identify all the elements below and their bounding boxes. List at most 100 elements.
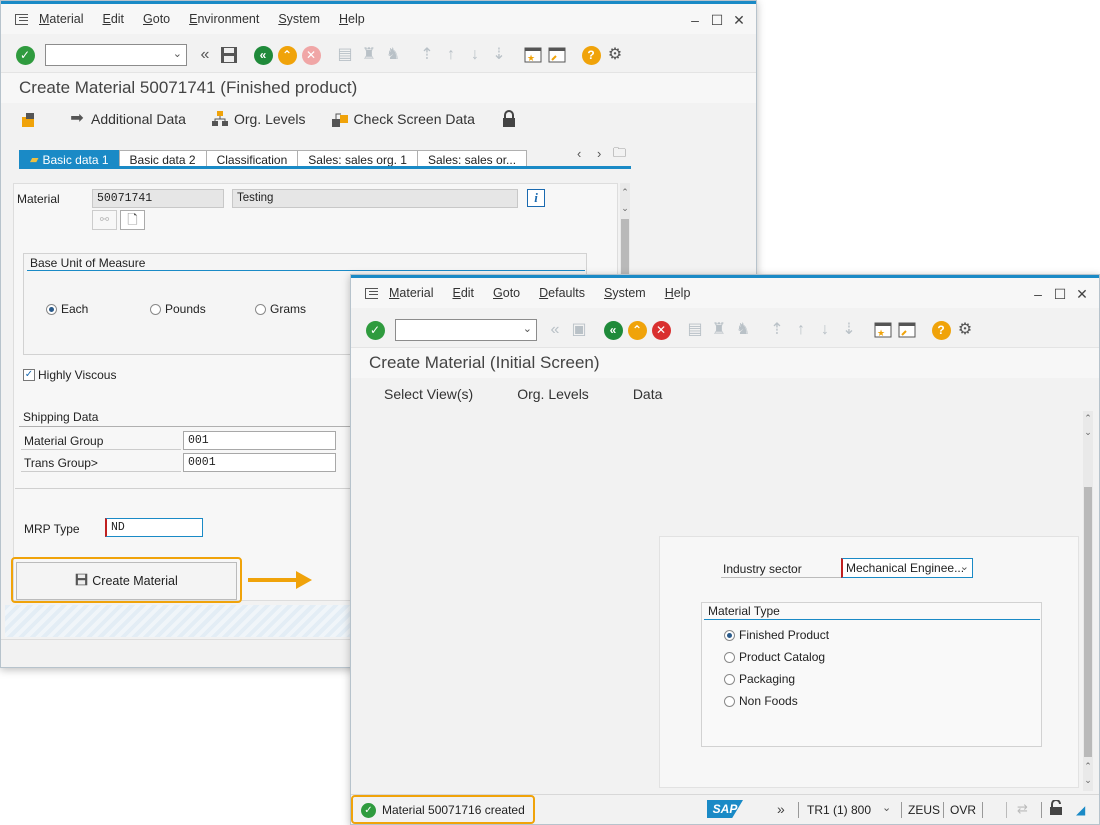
help-icon[interactable]: ?: [931, 320, 951, 340]
chevron-down-icon[interactable]: ⌄: [523, 322, 532, 335]
scroll-down-bottom-icon[interactable]: ⌃: [1083, 761, 1093, 772]
highly-viscous-checkmark[interactable]: ✓: [23, 369, 35, 381]
menu-system[interactable]: System: [278, 12, 320, 26]
display-glasses-icon[interactable]: ⚯: [92, 210, 117, 230]
radio-each[interactable]: Each: [46, 302, 88, 316]
industry-sector-select[interactable]: Mechanical Enginee... ⌄: [841, 558, 973, 578]
shortcut-icon[interactable]: [897, 320, 917, 340]
back-icon[interactable]: «: [603, 320, 623, 340]
lock-icon[interactable]: [1049, 799, 1063, 819]
resize-grip-icon[interactable]: ◢: [1076, 803, 1085, 817]
info-icon[interactable]: i: [527, 189, 545, 207]
close-icon[interactable]: ✕: [732, 12, 746, 29]
menu-material[interactable]: Material: [39, 12, 83, 26]
menu-help[interactable]: Help: [339, 12, 365, 26]
fast-back-icon[interactable]: «: [195, 45, 215, 65]
system-info-dropdown-icon[interactable]: ⌄: [882, 801, 891, 814]
previous-page-icon[interactable]: ↑: [791, 320, 811, 340]
print-icon[interactable]: ▤: [685, 320, 705, 340]
close-icon[interactable]: ✕: [1075, 286, 1089, 303]
highly-viscous-checkbox[interactable]: ✓ Highly Viscous: [23, 368, 116, 382]
command-field[interactable]: ⌄: [45, 44, 187, 66]
fast-back-icon[interactable]: «: [545, 320, 565, 340]
menu-goto[interactable]: Goto: [143, 12, 170, 26]
select-views-button[interactable]: Select View(s): [384, 386, 473, 402]
menu-help[interactable]: Help: [665, 286, 691, 300]
menu-edit[interactable]: Edit: [452, 286, 474, 300]
print-icon[interactable]: ▤: [335, 45, 355, 65]
system-info[interactable]: TR1 (1) 800: [807, 803, 871, 817]
maximize-icon[interactable]: ☐: [1053, 286, 1067, 303]
shortcut-icon[interactable]: [547, 45, 567, 65]
org-levels-button[interactable]: Org. Levels: [517, 386, 589, 402]
radio-pounds[interactable]: Pounds: [150, 302, 206, 316]
menu-defaults[interactable]: Defaults: [539, 286, 585, 300]
new-session-icon[interactable]: ★: [873, 320, 893, 340]
status-expand-icon[interactable]: »: [777, 801, 785, 817]
previous-page-icon[interactable]: ↑: [441, 45, 461, 65]
first-page-icon[interactable]: ⇡: [767, 320, 787, 340]
scroll-up-icon[interactable]: ⌃: [1083, 413, 1093, 424]
chevron-down-icon[interactable]: ⌄: [173, 47, 182, 60]
exit-icon[interactable]: ⌃: [277, 45, 297, 65]
chevron-down-icon[interactable]: ⌄: [960, 560, 969, 573]
radio-grams-button[interactable]: [255, 303, 266, 315]
check-screen-data-button[interactable]: Check Screen Data: [330, 109, 475, 129]
menu-material[interactable]: Material: [389, 286, 433, 300]
next-page-icon[interactable]: ↓: [465, 45, 485, 65]
material-group-field[interactable]: 001: [183, 431, 336, 450]
find-icon[interactable]: ♜: [359, 45, 379, 65]
menu-icon[interactable]: [365, 287, 379, 299]
menu-goto[interactable]: Goto: [493, 286, 520, 300]
tab-scroll-left-icon[interactable]: ‹: [577, 147, 581, 160]
save-icon[interactable]: [219, 45, 239, 65]
radio-product-catalog[interactable]: Product Catalog: [724, 650, 825, 664]
material-description-field[interactable]: Testing: [232, 189, 518, 208]
menu-icon[interactable]: [15, 13, 29, 25]
find-next-icon[interactable]: ♞: [733, 320, 753, 340]
cancel-icon[interactable]: ✕: [651, 320, 671, 340]
enter-icon[interactable]: ✓: [365, 320, 385, 340]
settings-icon[interactable]: ⚙: [605, 45, 625, 65]
vertical-scrollbar[interactable]: ⌃ ⌄ ⌃ ⌄: [1083, 411, 1093, 791]
scroll-down-end-icon[interactable]: ⌄: [1083, 775, 1093, 786]
exit-icon[interactable]: ⌃: [627, 320, 647, 340]
lock-button[interactable]: [499, 109, 523, 129]
find-icon[interactable]: ♜: [709, 320, 729, 340]
scroll-down-icon[interactable]: ⌄: [620, 203, 630, 214]
menu-environment[interactable]: Environment: [189, 12, 259, 26]
trans-group-field[interactable]: 0001: [183, 453, 336, 472]
mrp-type-field[interactable]: ND: [105, 518, 203, 537]
minimize-icon[interactable]: –: [1031, 286, 1045, 303]
transfer-icon[interactable]: ⇄: [1017, 801, 1028, 817]
radio-non-foods[interactable]: Non Foods: [724, 694, 798, 708]
additional-data-button[interactable]: ➡ Additional Data: [67, 109, 186, 129]
back-icon[interactable]: «: [253, 45, 273, 65]
tab-list-icon[interactable]: 🗀: [613, 146, 626, 159]
radio-packaging-button[interactable]: [724, 673, 735, 685]
last-page-icon[interactable]: ⇣: [839, 320, 859, 340]
find-next-icon[interactable]: ♞: [383, 45, 403, 65]
radio-packaging[interactable]: Packaging: [724, 672, 795, 686]
org-levels-button[interactable]: Org. Levels: [210, 109, 306, 129]
first-page-icon[interactable]: ⇡: [417, 45, 437, 65]
document-icon[interactable]: 🗋: [120, 210, 145, 230]
cancel-icon[interactable]: ✕: [301, 45, 321, 65]
minimize-icon[interactable]: –: [688, 12, 702, 29]
save-icon[interactable]: ▣: [569, 320, 589, 340]
new-session-icon[interactable]: ★: [523, 45, 543, 65]
radio-each-button[interactable]: [46, 303, 57, 315]
scroll-up-icon[interactable]: ⌃: [620, 187, 630, 198]
radio-pounds-button[interactable]: [150, 303, 161, 315]
settings-icon[interactable]: ⚙: [955, 320, 975, 340]
data-button[interactable]: Data: [633, 386, 663, 402]
input-mode[interactable]: OVR: [950, 803, 976, 817]
scroll-down-icon[interactable]: ⌄: [1083, 427, 1093, 438]
radio-finished-product[interactable]: Finished Product: [724, 628, 829, 642]
radio-non-foods-button[interactable]: [724, 695, 735, 707]
help-icon[interactable]: ?: [581, 45, 601, 65]
command-field[interactable]: ⌄: [395, 319, 537, 341]
radio-product-catalog-button[interactable]: [724, 651, 735, 663]
next-page-icon[interactable]: ↓: [815, 320, 835, 340]
radio-grams[interactable]: Grams: [255, 302, 306, 316]
